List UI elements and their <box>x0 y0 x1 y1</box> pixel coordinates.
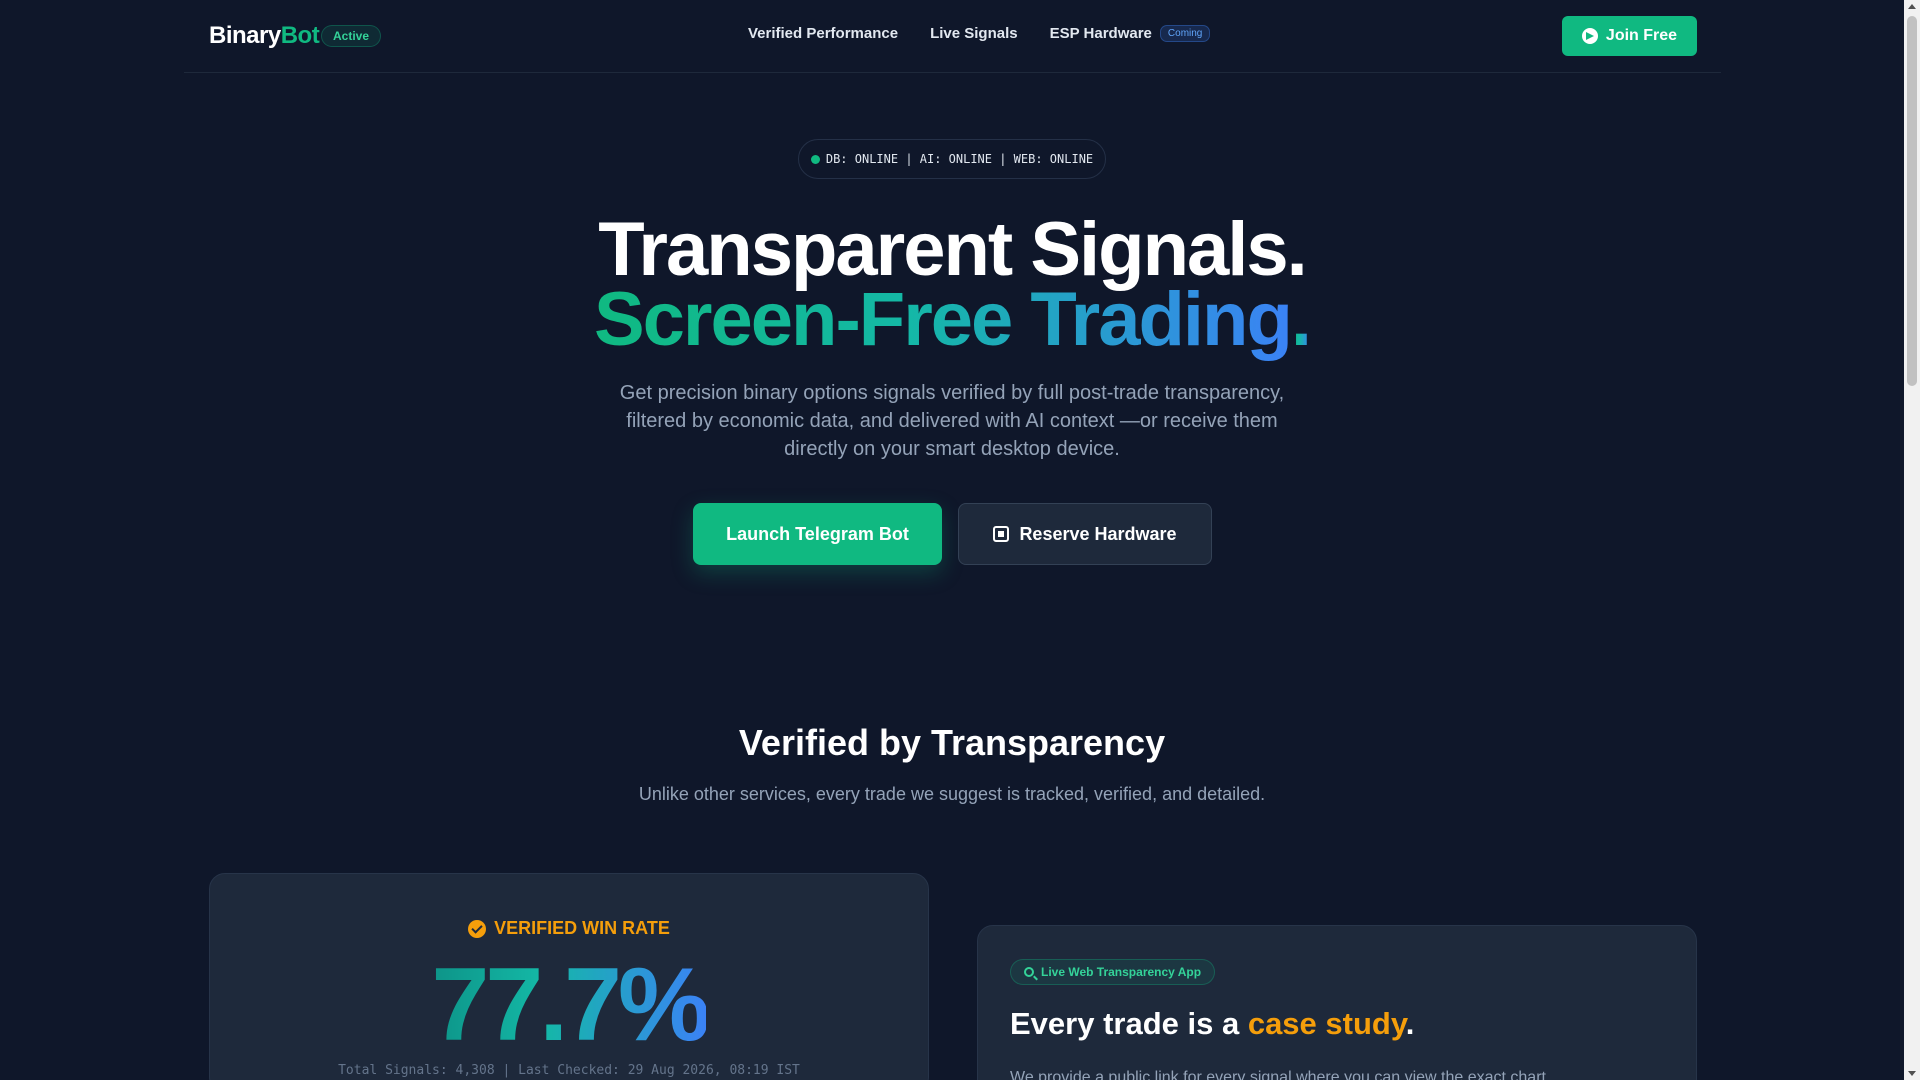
nav-link-verified-performance[interactable]: Verified Performance <box>748 25 898 42</box>
case-study-description: We provide a public link for every signa… <box>1010 1069 1546 1080</box>
nav-link-esp-hardware[interactable]: ESP Hardware <box>1050 25 1152 42</box>
hero-headline-dot: . <box>1290 277 1312 362</box>
search-icon <box>1024 967 1034 977</box>
win-rate-value: 77.7% <box>210 950 928 1060</box>
system-status-text: DB: ONLINE | AI: ONLINE | WEB: ONLINE <box>825 152 1094 166</box>
coming-badge: Coming <box>1159 25 1211 42</box>
scroll-up-arrow-icon[interactable] <box>1908 4 1916 9</box>
hero-headline-gradient: Screen-Free Trading <box>593 277 1293 362</box>
status-badge: Active <box>321 25 382 47</box>
reserve-hardware-label: Reserve Hardware <box>1019 523 1177 544</box>
nav-links: Verified Performance Live Signals ESP Ha… <box>748 25 1211 42</box>
launch-telegram-bot-button[interactable]: Launch Telegram Bot <box>693 503 942 565</box>
nav-link-live-signals[interactable]: Live Signals <box>930 25 1018 42</box>
landing-page: BinaryBot Active Verified Performance Li… <box>0 0 1904 1080</box>
live-web-app-label: Live Web Transparency App <box>1041 965 1202 979</box>
case-study-title-prefix: Every trade is a <box>1010 1006 1248 1041</box>
status-dot-icon <box>810 154 820 164</box>
logo[interactable]: BinaryBot <box>209 22 320 50</box>
win-rate-label: VERIFIED WIN RATE <box>210 918 928 939</box>
logo-accent: Bot <box>280 22 320 49</box>
section-subtitle: Unlike other services, every trade we su… <box>638 784 1266 804</box>
win-rate-label-text: VERIFIED WIN RATE <box>494 918 670 938</box>
system-status-pill: DB: ONLINE | AI: ONLINE | WEB: ONLINE <box>798 139 1106 179</box>
scrollbar-thumb[interactable] <box>1907 16 1917 386</box>
case-study-title-suffix: . <box>1405 1006 1415 1041</box>
reserve-hardware-button[interactable]: Reserve Hardware <box>958 503 1212 565</box>
telegram-icon <box>1581 28 1598 44</box>
scroll-down-arrow-icon[interactable] <box>1908 1071 1916 1076</box>
join-free-label: Join Free <box>1605 27 1678 44</box>
nav-link-esp-hardware-wrap: ESP Hardware Coming <box>1050 25 1211 42</box>
hero-subtitle: Get precision binary options signals ver… <box>619 382 1285 460</box>
win-rate-meta: Total Signals: 4,308 | Last Checked: 29 … <box>338 1063 800 1078</box>
case-study-title: Every trade is a case study. <box>1010 1006 1414 1042</box>
case-study-card: Live Web Transparency App Every trade is… <box>977 925 1697 1080</box>
check-circle-icon <box>468 919 487 938</box>
chip-icon <box>993 526 1010 542</box>
top-navbar: BinaryBot Active Verified Performance Li… <box>184 0 1721 73</box>
section-title: Verified by Transparency <box>738 722 1166 763</box>
logo-primary: Binary <box>209 22 281 49</box>
vertical-scrollbar[interactable] <box>1904 0 1920 1080</box>
case-study-title-highlight: case study <box>1247 1006 1406 1041</box>
live-web-app-pill[interactable]: Live Web Transparency App <box>1010 959 1216 985</box>
win-rate-number: 77.7% <box>431 947 711 1063</box>
win-rate-card: VERIFIED WIN RATE 77.7% Total Signals: 4… <box>209 873 929 1080</box>
join-free-button[interactable]: Join Free <box>1562 16 1697 56</box>
hero-headline-line2: Screen-Free Trading. <box>0 276 1904 363</box>
